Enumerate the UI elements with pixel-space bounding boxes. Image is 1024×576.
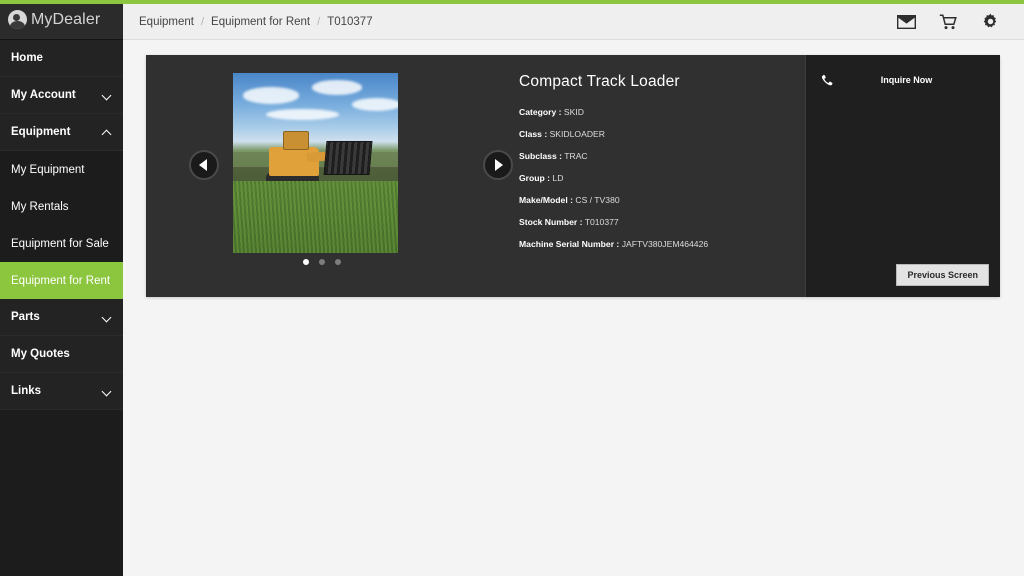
page-title: Compact Track Loader [519, 73, 799, 91]
top-header: Equipment / Equipment for Rent / T010377 [123, 4, 1024, 40]
sidebar-item-label: Home [11, 52, 112, 64]
previous-screen-button[interactable]: Previous Screen [896, 264, 989, 286]
cart-icon[interactable] [938, 13, 958, 31]
sidebar-item-label: Equipment for Rent [11, 275, 112, 287]
sidebar-item-my-quotes[interactable]: My Quotes [0, 336, 123, 373]
spec-value: JAFTV380JEM464426 [622, 239, 708, 249]
chevron-right-icon [495, 159, 503, 171]
spec-value: TRAC [564, 151, 587, 161]
inquire-now-button[interactable]: Inquire Now [806, 69, 1001, 91]
chevron-down-icon [102, 386, 112, 396]
carousel-dot[interactable] [335, 259, 341, 265]
breadcrumb-item-equipment[interactable]: Equipment [139, 16, 194, 28]
detail-main-area: Compact Track Loader Category : SKID Clas… [146, 55, 805, 297]
carousel-dot[interactable] [303, 259, 309, 265]
spec-key: Subclass : [519, 151, 562, 161]
carousel-prev-button[interactable] [189, 150, 219, 180]
sidebar-item-my-equipment[interactable]: My Equipment [0, 151, 123, 188]
sidebar-item-parts[interactable]: Parts [0, 299, 123, 336]
breadcrumb-separator: / [201, 16, 204, 28]
spec-row: Stock Number : T010377 [519, 217, 799, 227]
chevron-left-icon [199, 159, 207, 171]
sidebar-item-home[interactable]: Home [0, 40, 123, 77]
carousel-next-button[interactable] [483, 150, 513, 180]
sidebar-item-label: My Rentals [11, 201, 112, 213]
spec-key: Make/Model : [519, 195, 573, 205]
spec-row: Group : LD [519, 173, 799, 183]
sidebar-item-my-rentals[interactable]: My Rentals [0, 188, 123, 225]
sidebar-item-label: Parts [11, 311, 102, 323]
image-carousel [172, 55, 472, 297]
mail-icon[interactable] [896, 13, 916, 31]
header-icon-group [896, 13, 1024, 31]
brand-name: MyDealer [31, 11, 100, 29]
chevron-up-icon [102, 127, 112, 137]
gear-icon[interactable] [980, 13, 1000, 31]
spec-value: LD [552, 173, 563, 183]
sidebar-nav: Home My Account Equipment My Equipment My Re… [0, 40, 123, 410]
spec-row: Class : SKIDLOADER [519, 129, 799, 139]
equipment-photo[interactable] [233, 73, 398, 253]
sidebar-item-label: My Account [11, 89, 102, 101]
equipment-photo-image [233, 73, 398, 253]
chevron-down-icon [102, 90, 112, 100]
chevron-down-icon [102, 312, 112, 322]
spec-key: Group : [519, 173, 550, 183]
spec-row: Subclass : TRAC [519, 151, 799, 161]
sidebar-item-my-account[interactable]: My Account [0, 77, 123, 114]
brand-logo[interactable]: MyDealer [0, 0, 123, 40]
sidebar-item-equipment-for-rent[interactable]: Equipment for Rent [0, 262, 123, 299]
spec-row: Machine Serial Number : JAFTV380JEM46442… [519, 239, 799, 249]
sidebar-item-label: My Equipment [11, 164, 112, 176]
sidebar-item-label: Equipment [11, 126, 102, 138]
inquire-now-label: Inquire Now [834, 75, 1001, 85]
spec-row: Category : SKID [519, 107, 799, 117]
sidebar-item-equipment-for-sale[interactable]: Equipment for Sale [0, 225, 123, 262]
equipment-specs: Compact Track Loader Category : SKID Clas… [519, 73, 799, 261]
spec-key: Stock Number : [519, 217, 583, 227]
spec-key: Machine Serial Number : [519, 239, 619, 249]
top-accent-bar [0, 0, 1024, 4]
sidebar-item-links[interactable]: Links [0, 373, 123, 410]
spec-value: CS / TV380 [575, 195, 619, 205]
breadcrumb-item-equipment-for-rent[interactable]: Equipment for Rent [211, 16, 310, 28]
spec-value: SKIDLOADER [550, 129, 605, 139]
spec-value: SKID [564, 107, 584, 117]
detail-side-panel: Inquire Now Previous Screen [805, 55, 1000, 297]
sidebar: MyDealer Home My Account Equipment My Equip… [0, 0, 123, 576]
dealer-avatar-icon [8, 10, 27, 29]
sidebar-item-label: My Quotes [11, 348, 112, 360]
sidebar-item-label: Equipment for Sale [11, 238, 112, 250]
spec-value: T010377 [585, 217, 619, 227]
sidebar-item-label: Links [11, 385, 102, 397]
carousel-dots [172, 259, 472, 265]
phone-icon [818, 72, 834, 88]
breadcrumb: Equipment / Equipment for Rent / T010377 [123, 16, 373, 28]
equipment-detail-panel: Compact Track Loader Category : SKID Clas… [146, 55, 1000, 297]
spec-key: Class : [519, 129, 547, 139]
carousel-dot[interactable] [319, 259, 325, 265]
spec-row: Make/Model : CS / TV380 [519, 195, 799, 205]
sidebar-item-equipment[interactable]: Equipment [0, 114, 123, 151]
breadcrumb-separator: / [317, 16, 320, 28]
spec-key: Category : [519, 107, 562, 117]
breadcrumb-item-stock-number: T010377 [327, 16, 372, 28]
